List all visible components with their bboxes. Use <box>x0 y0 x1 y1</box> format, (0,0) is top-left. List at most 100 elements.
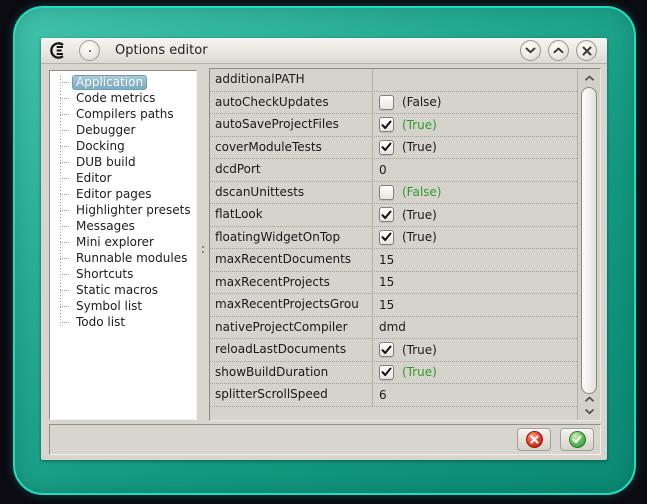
property-name: nativeProjectCompiler <box>210 317 373 339</box>
property-row[interactable]: maxRecentProjectsGrou 15 <box>210 294 577 317</box>
scrollbar-thumb[interactable] <box>581 87 597 394</box>
property-row[interactable]: autoCheckUpdates (False) <box>210 92 577 115</box>
sidebar-item-compilers-paths[interactable]: Compilers paths <box>50 106 196 122</box>
checkbox[interactable] <box>379 95 394 110</box>
property-row[interactable]: additionalPATH <box>210 69 577 92</box>
property-value-text: (True) <box>402 208 437 222</box>
property-value-text: (True) <box>402 230 437 244</box>
property-row[interactable]: flatLook (True) <box>210 204 577 227</box>
property-name: dcdPort <box>210 159 373 181</box>
check-icon <box>381 367 392 377</box>
sidebar-item-messages[interactable]: Messages <box>50 218 196 234</box>
sidebar-item-docking[interactable]: Docking <box>50 138 196 154</box>
property-row[interactable]: splitterScrollSpeed 6 <box>210 384 577 407</box>
sidebar-item-application[interactable]: Application <box>50 74 196 90</box>
checkbox[interactable] <box>379 117 394 132</box>
accept-button[interactable] <box>560 428 594 451</box>
sidebar-item-dub-build[interactable]: DUB build <box>50 154 196 170</box>
checkbox[interactable] <box>379 342 394 357</box>
property-row[interactable]: autoSaveProjectFiles (True) <box>210 114 577 137</box>
sidebar-item-label: Docking <box>72 139 129 154</box>
property-value-text: (False) <box>402 185 442 199</box>
window-title: Options editor <box>115 43 208 58</box>
property-value-text: 15 <box>379 298 394 312</box>
checkbox[interactable] <box>379 185 394 200</box>
property-value-cell: 15 <box>373 298 577 312</box>
property-value-cell: dmd <box>373 320 577 334</box>
property-value-text: 6 <box>379 388 387 402</box>
property-row[interactable]: maxRecentProjects 15 <box>210 272 577 295</box>
shade-button[interactable] <box>520 40 541 61</box>
sidebar-item-mini-explorer[interactable]: Mini explorer <box>50 234 196 250</box>
cancel-cross-icon <box>526 431 543 448</box>
sidebar-item-symbol-list[interactable]: Symbol list <box>50 298 196 314</box>
footer-bar <box>49 424 601 455</box>
vertical-scrollbar[interactable] <box>577 69 600 420</box>
cancel-button[interactable] <box>517 428 551 451</box>
property-value-text: (True) <box>402 365 437 379</box>
property-grid: additionalPATH autoCheckUpdates (False) … <box>209 68 601 421</box>
sidebar-item-todo-list[interactable]: Todo list <box>50 314 196 330</box>
property-value-cell: (True) <box>373 230 577 245</box>
checkbox[interactable] <box>379 230 394 245</box>
property-row[interactable]: maxRecentDocuments 15 <box>210 249 577 272</box>
scroll-down-button[interactable] <box>578 405 600 418</box>
sidebar-item-label: Application <box>72 75 147 90</box>
check-icon <box>381 232 392 242</box>
property-value-cell: 6 <box>373 388 577 402</box>
property-row[interactable]: showBuildDuration (True) <box>210 362 577 385</box>
property-row[interactable]: nativeProjectCompiler dmd <box>210 317 577 340</box>
property-value-text: (False) <box>402 95 442 109</box>
sidebar-item-editor-pages[interactable]: Editor pages <box>50 186 196 202</box>
property-value-text: dmd <box>379 320 406 334</box>
sidebar-item-shortcuts[interactable]: Shortcuts <box>50 266 196 282</box>
checkbox[interactable] <box>379 207 394 222</box>
property-value-cell: (True) <box>373 365 577 380</box>
property-row[interactable]: reloadLastDocuments (True) <box>210 339 577 362</box>
sidebar-item-code-metrics[interactable]: Code metrics <box>50 90 196 106</box>
property-name: showBuildDuration <box>210 362 373 384</box>
sidebar-item-label: Highlighter presets <box>72 203 195 218</box>
property-value-text: 15 <box>379 275 394 289</box>
property-row[interactable]: floatingWidgetOnTop (True) <box>210 227 577 250</box>
sidebar-item-static-macros[interactable]: Static macros <box>50 282 196 298</box>
property-name: splitterScrollSpeed <box>210 384 373 406</box>
scroll-up-button[interactable] <box>578 72 600 85</box>
sidebar-item-highlighter-presets[interactable]: Highlighter presets <box>50 202 196 218</box>
property-row[interactable]: dscanUnittests (False) <box>210 182 577 205</box>
sidebar-item-label: Editor pages <box>72 187 156 202</box>
property-name: reloadLastDocuments <box>210 339 373 361</box>
property-value-text: 0 <box>379 163 387 177</box>
property-row[interactable]: coverModuleTests (True) <box>210 137 577 160</box>
checkbox[interactable] <box>379 140 394 155</box>
splitter-handle[interactable] <box>197 70 209 420</box>
sidebar-item-label: Debugger <box>72 123 139 138</box>
sidebar-item-debugger[interactable]: Debugger <box>50 122 196 138</box>
close-button[interactable] <box>576 40 597 61</box>
chevron-up-icon <box>584 396 595 403</box>
sidebar-item-label: Code metrics <box>72 91 159 106</box>
property-value-cell: (False) <box>373 95 577 110</box>
property-value-cell: (False) <box>373 185 577 200</box>
chevron-up-icon <box>553 47 564 54</box>
property-value-text: 15 <box>379 253 394 267</box>
sidebar-item-label: Compilers paths <box>72 107 178 122</box>
checkbox[interactable] <box>379 365 394 380</box>
chevron-down-icon <box>525 47 536 54</box>
property-value-cell: (True) <box>373 342 577 357</box>
sidebar-item-label: Shortcuts <box>72 267 137 282</box>
window-menu-button[interactable] <box>79 40 100 61</box>
property-name: flatLook <box>210 204 373 226</box>
sidebar-item-label: Symbol list <box>72 299 146 314</box>
property-value-cell: (True) <box>373 117 577 132</box>
property-row[interactable]: dcdPort 0 <box>210 159 577 182</box>
property-rows: additionalPATH autoCheckUpdates (False) … <box>210 69 577 407</box>
property-name: maxRecentProjects <box>210 272 373 294</box>
sidebar-item-editor[interactable]: Editor <box>50 170 196 186</box>
sidebar-item-runnable-modules[interactable]: Runnable modules <box>50 250 196 266</box>
options-tree: ApplicationCode metricsCompilers pathsDe… <box>50 74 196 330</box>
titlebar[interactable]: Options editor <box>41 38 607 64</box>
sidebar-item-label: Static macros <box>72 283 162 298</box>
close-icon <box>582 46 592 56</box>
unshade-button[interactable] <box>548 40 569 61</box>
